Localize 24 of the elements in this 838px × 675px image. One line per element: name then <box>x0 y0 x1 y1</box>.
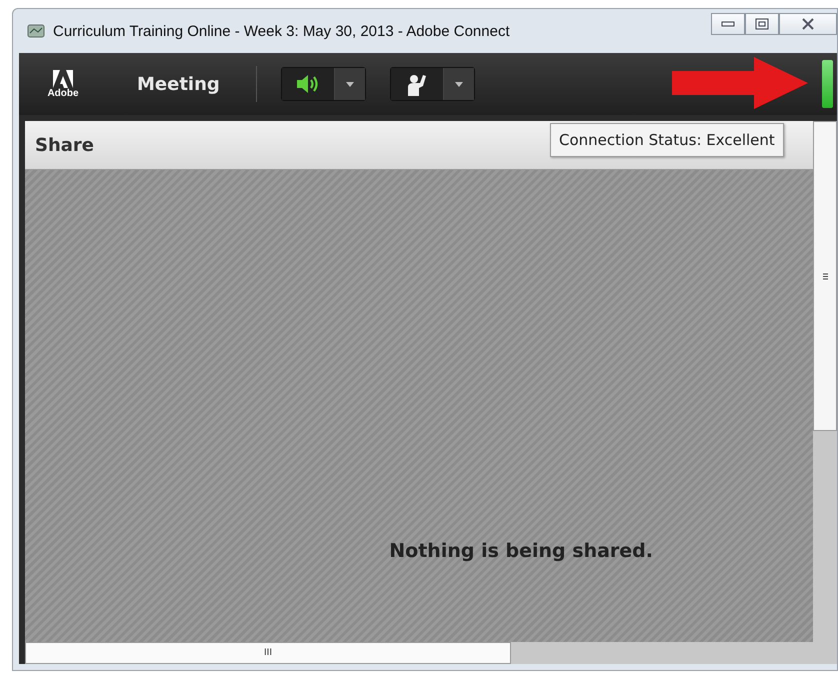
minimize-icon <box>721 20 735 28</box>
app-icon <box>27 24 45 38</box>
close-button[interactable] <box>779 13 837 35</box>
scroll-thumb[interactable] <box>813 121 837 431</box>
empty-message: Nothing is being shared. <box>389 540 653 562</box>
raised-hand-icon <box>406 72 428 96</box>
maximize-icon <box>755 18 769 30</box>
scroll-thumb[interactable]: III <box>25 642 511 664</box>
window-title: Curriculum Training Online - Week 3: May 30, 2013 - Adobe Connect <box>53 22 510 40</box>
arrow-icon <box>670 55 810 111</box>
adobe-logo: Adobe <box>43 70 83 98</box>
close-icon <box>801 18 815 30</box>
minimize-button[interactable] <box>711 13 745 35</box>
caret-icon <box>346 82 354 86</box>
caret-icon <box>454 82 463 86</box>
tooltip: Connection Status: Excellent <box>550 123 784 157</box>
meeting-menu[interactable]: Meeting <box>131 66 257 102</box>
vertical-scrollbar[interactable] <box>813 121 837 664</box>
pod-title: Share <box>35 134 94 156</box>
status-button[interactable] <box>390 67 475 101</box>
maximize-button[interactable] <box>745 13 779 35</box>
audio-button[interactable] <box>280 67 366 101</box>
grip-icon <box>822 272 828 280</box>
horizontal-scrollbar[interactable]: III <box>25 642 813 664</box>
